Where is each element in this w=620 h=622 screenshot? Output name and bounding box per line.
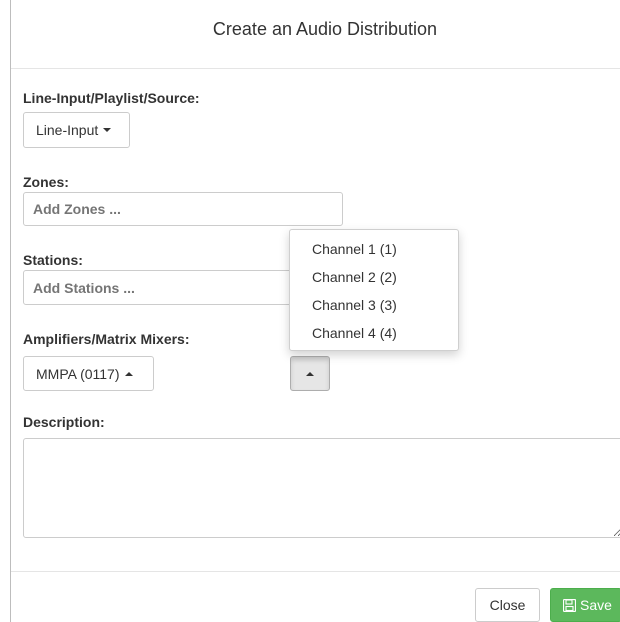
modal-title: Create an Audio Distribution bbox=[212, 19, 438, 39]
amplifiers-label: Amplifiers/Matrix Mixers: bbox=[23, 331, 190, 347]
description-textarea[interactable] bbox=[23, 438, 620, 538]
save-button-label: Save bbox=[580, 597, 612, 613]
channel-option-3[interactable]: Channel 3 (3) bbox=[312, 297, 397, 313]
source-selected-value: Line-Input bbox=[36, 122, 99, 138]
caret-up-icon bbox=[124, 371, 133, 376]
source-dropdown-button[interactable]: Line-Input bbox=[23, 112, 130, 148]
caret-down-icon bbox=[103, 128, 112, 132]
create-audio-distribution-modal: Create an Audio Distribution Line-Input/… bbox=[10, 0, 620, 622]
save-button[interactable]: Save bbox=[550, 588, 620, 622]
source-label: Line-Input/Playlist/Source: bbox=[23, 90, 200, 106]
close-button-label: Close bbox=[489, 597, 526, 613]
channel-option-2[interactable]: Channel 2 (2) bbox=[312, 269, 397, 285]
description-label: Description: bbox=[23, 414, 105, 430]
channel-option-1[interactable]: Channel 1 (1) bbox=[312, 241, 397, 257]
channel-dropdown-toggle[interactable] bbox=[290, 356, 330, 391]
close-button[interactable]: Close bbox=[475, 588, 540, 622]
channel-dropdown-menu: Channel 1 (1) Channel 2 (2) Channel 3 (3… bbox=[289, 229, 459, 351]
amplifiers-dropdown-button[interactable]: MMPA (0117) bbox=[23, 356, 154, 391]
amplifiers-selected-value: MMPA (0117) bbox=[36, 365, 120, 382]
caret-up-icon bbox=[306, 371, 314, 376]
zones-label: Zones: bbox=[23, 174, 69, 190]
channel-option-4[interactable]: Channel 4 (4) bbox=[312, 325, 397, 341]
floppy-disk-icon bbox=[563, 598, 576, 612]
zones-input[interactable] bbox=[23, 192, 343, 226]
modal-header: Create an Audio Distribution bbox=[11, 0, 620, 69]
stations-label: Stations: bbox=[23, 252, 83, 268]
